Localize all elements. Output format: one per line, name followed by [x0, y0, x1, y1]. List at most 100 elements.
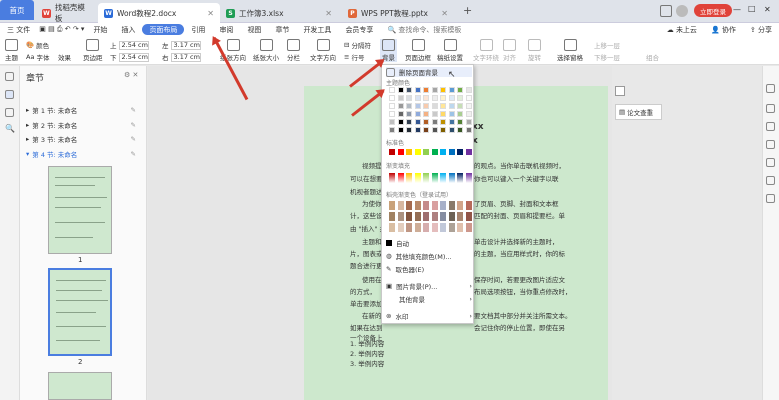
- chapter-nav-icon[interactable]: [5, 90, 14, 99]
- gradient-swatch[interactable]: [431, 173, 438, 183]
- manuscript-button[interactable]: 稿纸设置: [437, 39, 463, 62]
- docer-gradient-swatch[interactable]: [440, 223, 446, 232]
- docer-gradient-swatch[interactable]: [448, 201, 455, 210]
- home-icon[interactable]: [615, 86, 625, 96]
- color-swatch[interactable]: [465, 119, 472, 125]
- color-swatch[interactable]: [465, 127, 472, 133]
- margin-bottom-input[interactable]: 2.54 cm: [118, 52, 149, 62]
- docer-gradient-swatch[interactable]: [406, 223, 412, 232]
- color-swatch[interactable]: [406, 149, 412, 155]
- margin-top-input[interactable]: 2.54 cm: [118, 40, 149, 50]
- docer-gradient-swatch[interactable]: [423, 223, 429, 232]
- docer-gradient-swatch[interactable]: [423, 212, 429, 221]
- menu-member[interactable]: 会员专享: [338, 23, 380, 36]
- color-swatch[interactable]: [423, 95, 429, 101]
- combine-button[interactable]: 组合: [646, 52, 659, 62]
- nav-section-2[interactable]: ▸ 第 2 节: 未命名 ✎: [26, 120, 136, 130]
- docer-gradient-swatch[interactable]: [431, 201, 438, 210]
- color-swatch[interactable]: [448, 87, 455, 93]
- color-swatch[interactable]: [448, 111, 455, 117]
- find-icon[interactable]: 🔍: [5, 124, 15, 133]
- cloud-status[interactable]: ☁ 未上云: [660, 23, 704, 36]
- close-icon[interactable]: ✕: [207, 9, 214, 18]
- color-swatch[interactable]: [440, 95, 446, 101]
- color-swatch[interactable]: [431, 103, 438, 109]
- color-swatch[interactable]: [389, 95, 395, 101]
- essay-check-button[interactable]: ▤ 论文查重: [615, 104, 662, 120]
- rotate-button[interactable]: 旋转: [528, 39, 541, 62]
- color-swatch[interactable]: [389, 87, 395, 93]
- docer-gradient-swatch[interactable]: [414, 223, 421, 232]
- color-swatch[interactable]: [389, 111, 395, 117]
- color-swatch[interactable]: [397, 111, 404, 117]
- bring-forward-button[interactable]: 上移一层: [594, 40, 620, 50]
- color-swatch[interactable]: [423, 149, 429, 155]
- remove-background-item[interactable]: 删除页面背景: [386, 67, 472, 77]
- tab-excel[interactable]: S 工作簿3.xlsx ✕: [220, 3, 338, 23]
- edit-icon[interactable]: ✎: [131, 121, 136, 129]
- color-swatch[interactable]: [457, 111, 463, 117]
- page-thumbnail-2[interactable]: [48, 268, 112, 356]
- color-swatch[interactable]: [389, 103, 395, 109]
- docer-gradient-swatch[interactable]: [414, 212, 421, 221]
- tab-ppt[interactable]: P WPS PPT教程.pptx ✕: [342, 3, 454, 23]
- other-background-item[interactable]: 其他背景 ›: [386, 294, 472, 304]
- color-swatch[interactable]: [423, 103, 429, 109]
- color-swatch[interactable]: [457, 87, 463, 93]
- adjust-icon[interactable]: [766, 122, 775, 131]
- gradient-swatch[interactable]: [397, 173, 404, 183]
- edit-icon[interactable]: ✎: [131, 106, 136, 114]
- docer-gradient-swatch[interactable]: [406, 212, 412, 221]
- color-swatch[interactable]: [397, 95, 404, 101]
- color-swatch[interactable]: [406, 103, 412, 109]
- docer-gradient-swatch[interactable]: [431, 223, 438, 232]
- tab-home[interactable]: 首页: [0, 0, 34, 20]
- close-icon[interactable]: ✕: [325, 9, 332, 18]
- docer-gradient-swatch[interactable]: [465, 223, 472, 232]
- color-swatch[interactable]: [414, 111, 421, 117]
- color-swatch[interactable]: [397, 119, 404, 125]
- docer-gradient-swatch[interactable]: [457, 223, 463, 232]
- outline-icon[interactable]: [5, 72, 14, 81]
- docer-gradient-swatch[interactable]: [406, 201, 412, 210]
- effect-button[interactable]: 效果: [58, 52, 71, 62]
- docer-gradient-swatch[interactable]: [457, 201, 463, 210]
- menu-references[interactable]: 引用: [184, 23, 212, 36]
- color-swatch[interactable]: [465, 149, 472, 155]
- collab-button[interactable]: 👤 协作: [704, 23, 743, 36]
- panel-settings-icon[interactable]: ⚙ ✕: [124, 71, 138, 79]
- close-icon[interactable]: ✕: [441, 9, 448, 18]
- color-swatch[interactable]: [448, 149, 455, 155]
- color-swatch[interactable]: [440, 127, 446, 133]
- pagebreak-button[interactable]: ⊟ 分隔符: [344, 40, 371, 50]
- docer-gradient-swatch[interactable]: [389, 201, 395, 210]
- minimize-button[interactable]: —: [733, 5, 741, 14]
- margin-right-input[interactable]: 3.17 cm: [170, 52, 201, 62]
- share-button[interactable]: ⇪ 分享: [743, 23, 779, 36]
- page-thumbnail-3[interactable]: [48, 372, 112, 400]
- docer-gradient-swatch[interactable]: [448, 212, 455, 221]
- color-swatch[interactable]: [397, 103, 404, 109]
- color-swatch[interactable]: [457, 149, 463, 155]
- color-button[interactable]: 🎨 颜色: [26, 40, 49, 50]
- color-swatch[interactable]: [465, 111, 472, 117]
- menu-insert[interactable]: 插入: [114, 23, 142, 36]
- color-swatch[interactable]: [406, 111, 412, 117]
- color-swatch[interactable]: [414, 127, 421, 133]
- gradient-swatch[interactable]: [389, 173, 395, 183]
- color-swatch[interactable]: [389, 127, 395, 133]
- docer-gradient-swatch[interactable]: [465, 212, 472, 221]
- close-button[interactable]: ✕: [764, 5, 771, 14]
- color-swatch[interactable]: [389, 149, 395, 155]
- docer-gradient-swatch[interactable]: [397, 223, 404, 232]
- gradient-swatch[interactable]: [406, 173, 412, 183]
- docer-gradient-swatch[interactable]: [397, 212, 404, 221]
- docer-gradient-swatch[interactable]: [440, 212, 446, 221]
- color-swatch[interactable]: [406, 127, 412, 133]
- color-swatch[interactable]: [431, 149, 438, 155]
- color-swatch[interactable]: [431, 87, 438, 93]
- new-tab-button[interactable]: +: [463, 4, 472, 17]
- gradient-swatch[interactable]: [448, 173, 455, 183]
- bookmark-icon[interactable]: [5, 108, 14, 117]
- eyedropper-item[interactable]: ✎ 取色器(E): [386, 264, 472, 274]
